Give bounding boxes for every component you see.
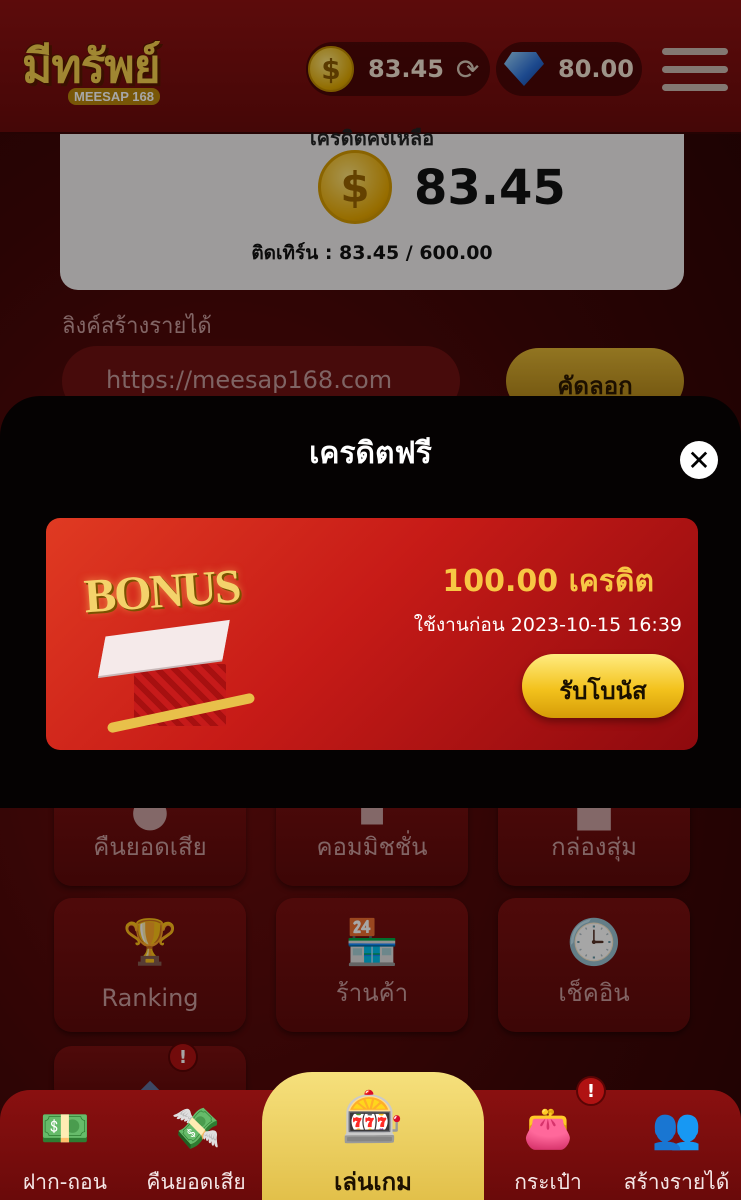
nav-label: คืนยอดเสีย: [146, 1170, 246, 1194]
money-stack-icon: 💵: [40, 1105, 90, 1152]
bonus-image: BONUS: [82, 559, 242, 624]
nav-wallet[interactable]: 👛 กระเป๋า: [484, 1090, 612, 1200]
close-button[interactable]: ✕: [680, 441, 718, 479]
claim-bonus-button[interactable]: รับโบนัส: [522, 654, 684, 718]
app-page: มีทรัพย์ MEESAP 168 $ 83.45 ⟳ 80.00 เครด…: [0, 0, 741, 1200]
bonus-card: BONUS 100.00 เครดิต ใช้งานก่อน 2023-10-1…: [46, 518, 698, 750]
people-icon: 👥: [651, 1105, 702, 1152]
notification-badge: !: [576, 1076, 606, 1106]
nav-play-game[interactable]: 🎰 เล่นเกม: [262, 1072, 484, 1200]
nav-label: กระเป๋า: [514, 1170, 582, 1194]
nav-affiliate[interactable]: 👥 สร้างรายได้: [612, 1090, 741, 1200]
nav-cashback[interactable]: 💸 คืนยอดเสีย: [130, 1090, 262, 1200]
bonus-amount: 100.00 เครดิต: [442, 564, 654, 599]
slot-machine-icon: 🎰: [341, 1087, 405, 1146]
nav-label: สร้างรายได้: [623, 1170, 730, 1194]
wallet-icon: 👛: [523, 1105, 573, 1152]
modal-title: เครดิตฟรี: [309, 436, 432, 471]
nav-label: ฝาก-ถอน: [22, 1170, 108, 1194]
cashback-icon: 💸: [171, 1105, 221, 1152]
gift-box-icon: [98, 619, 256, 734]
nav-deposit-withdraw[interactable]: 💵 ฝาก-ถอน: [0, 1090, 130, 1200]
bonus-expiry: ใช้งานก่อน 2023-10-15 16:39: [413, 614, 682, 636]
nav-label: เล่นเกม: [334, 1168, 412, 1196]
